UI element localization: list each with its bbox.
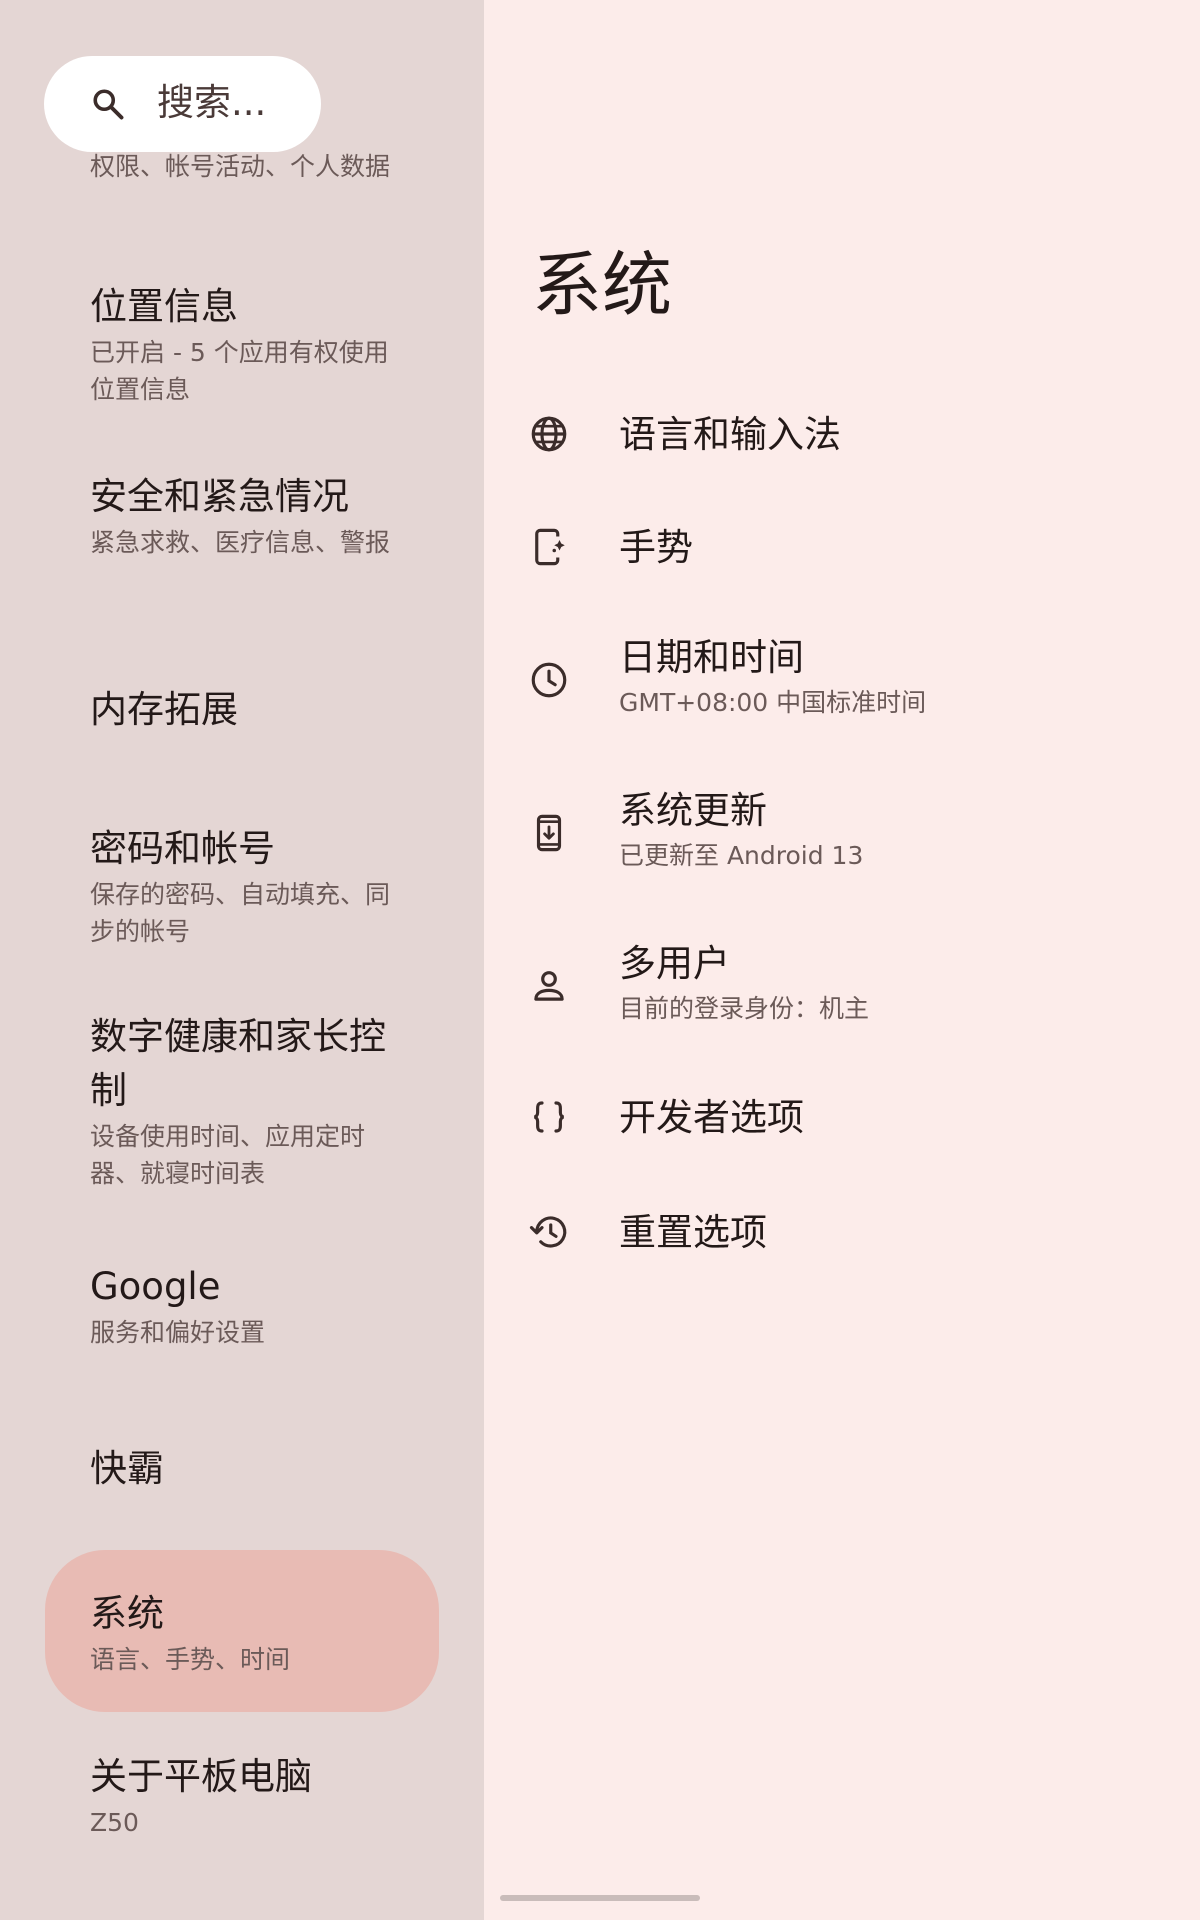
setting-languages-input-title: 语言和输入法 xyxy=(619,413,841,456)
nav-item-location-title: 位置信息 xyxy=(90,285,238,328)
setting-developer-options[interactable]: 开发者选项 xyxy=(484,1078,1200,1158)
nav-item-memory-extension-title: 内存拓展 xyxy=(90,688,238,731)
gesture-nav-handle[interactable] xyxy=(500,1895,700,1901)
settings-detail-pane: 系统 语言和输入法 手势 日期和时间 GMT+08:00 中国标准时间 系统更新… xyxy=(484,0,1200,1920)
gesture-phone-icon xyxy=(535,528,565,566)
nav-item-digital-wellbeing-title: 数字健康和家长控制 xyxy=(90,1015,386,1112)
setting-date-time-title: 日期和时间 xyxy=(619,636,804,679)
setting-system-update-subtitle: 已更新至 Android 13 xyxy=(619,841,864,870)
search-placeholder: 搜索... xyxy=(157,81,267,124)
setting-gestures-title: 手势 xyxy=(619,526,693,569)
nav-item-kuaiba[interactable]: 快霸 xyxy=(0,1442,484,1502)
nav-item-google[interactable]: Google 服务和偏好设置 xyxy=(0,1260,484,1360)
nav-item-passwords-accounts-subtitle: 保存的密码、自动填充、同步的帐号 xyxy=(90,880,391,946)
system-update-icon xyxy=(536,814,562,852)
nav-item-privacy-subtitle: 权限、帐号活动、个人数据 xyxy=(90,152,391,181)
setting-date-time-subtitle: GMT+08:00 中国标准时间 xyxy=(619,688,927,717)
setting-system-update[interactable]: 系统更新 已更新至 Android 13 xyxy=(484,788,1200,888)
nav-item-passwords-accounts-title: 密码和帐号 xyxy=(90,827,275,870)
nav-item-memory-extension[interactable]: 内存拓展 xyxy=(0,683,484,743)
person-icon xyxy=(534,971,564,1001)
nav-item-safety-emergency-title: 安全和紧急情况 xyxy=(90,475,349,518)
nav-item-passwords-accounts[interactable]: 密码和帐号 保存的密码、自动填充、同步的帐号 xyxy=(0,822,484,962)
nav-item-location-subtitle: 已开启 - 5 个应用有权使用位置信息 xyxy=(90,338,389,404)
nav-item-kuaiba-title: 快霸 xyxy=(90,1447,164,1490)
search-icon xyxy=(93,89,124,120)
setting-gestures[interactable]: 手势 xyxy=(484,508,1200,588)
nav-item-about-tablet-subtitle: Z50 xyxy=(90,1808,139,1837)
nav-item-digital-wellbeing[interactable]: 数字健康和家长控制 设备使用时间、应用定时器、就寝时间表 xyxy=(0,1010,484,1200)
setting-reset-options-title: 重置选项 xyxy=(619,1211,767,1254)
setting-languages-input[interactable]: 语言和输入法 xyxy=(484,395,1200,475)
page-title: 系统 xyxy=(532,244,672,326)
nav-item-system[interactable]: 系统 语言、手势、时间 xyxy=(45,1550,439,1712)
nav-item-system-subtitle: 语言、手势、时间 xyxy=(90,1645,291,1674)
setting-date-time[interactable]: 日期和时间 GMT+08:00 中国标准时间 xyxy=(484,635,1200,735)
nav-item-digital-wellbeing-subtitle: 设备使用时间、应用定时器、就寝时间表 xyxy=(90,1122,366,1188)
globe-icon xyxy=(531,416,567,452)
settings-nav-pane: 权限、帐号活动、个人数据 搜索... 位置信息 已开启 - 5 个应用有权使用位… xyxy=(0,0,484,1920)
nav-item-about-tablet[interactable]: 关于平板电脑 Z50 xyxy=(0,1750,484,1860)
setting-multiple-users-title: 多用户 xyxy=(619,942,730,985)
clock-icon xyxy=(531,662,567,698)
nav-item-safety-emergency[interactable]: 安全和紧急情况 紧急求救、医疗信息、警报 xyxy=(0,470,484,610)
braces-icon xyxy=(533,1101,565,1133)
search-bar[interactable]: 搜索... xyxy=(44,56,321,152)
setting-developer-options-title: 开发者选项 xyxy=(619,1096,804,1139)
setting-multiple-users[interactable]: 多用户 目前的登录身份：机主 xyxy=(484,941,1200,1041)
nav-item-system-title: 系统 xyxy=(90,1592,164,1635)
nav-item-location[interactable]: 位置信息 已开启 - 5 个应用有权使用位置信息 xyxy=(0,280,484,420)
setting-system-update-title: 系统更新 xyxy=(619,789,767,832)
setting-multiple-users-subtitle: 目前的登录身份：机主 xyxy=(619,994,870,1023)
setting-reset-options[interactable]: 重置选项 xyxy=(484,1193,1200,1273)
nav-item-safety-emergency-subtitle: 紧急求救、医疗信息、警报 xyxy=(90,528,391,557)
history-icon xyxy=(529,1216,567,1248)
nav-item-google-subtitle: 服务和偏好设置 xyxy=(90,1318,266,1347)
nav-item-google-title: Google xyxy=(90,1265,221,1308)
nav-item-about-tablet-title: 关于平板电脑 xyxy=(90,1755,312,1798)
